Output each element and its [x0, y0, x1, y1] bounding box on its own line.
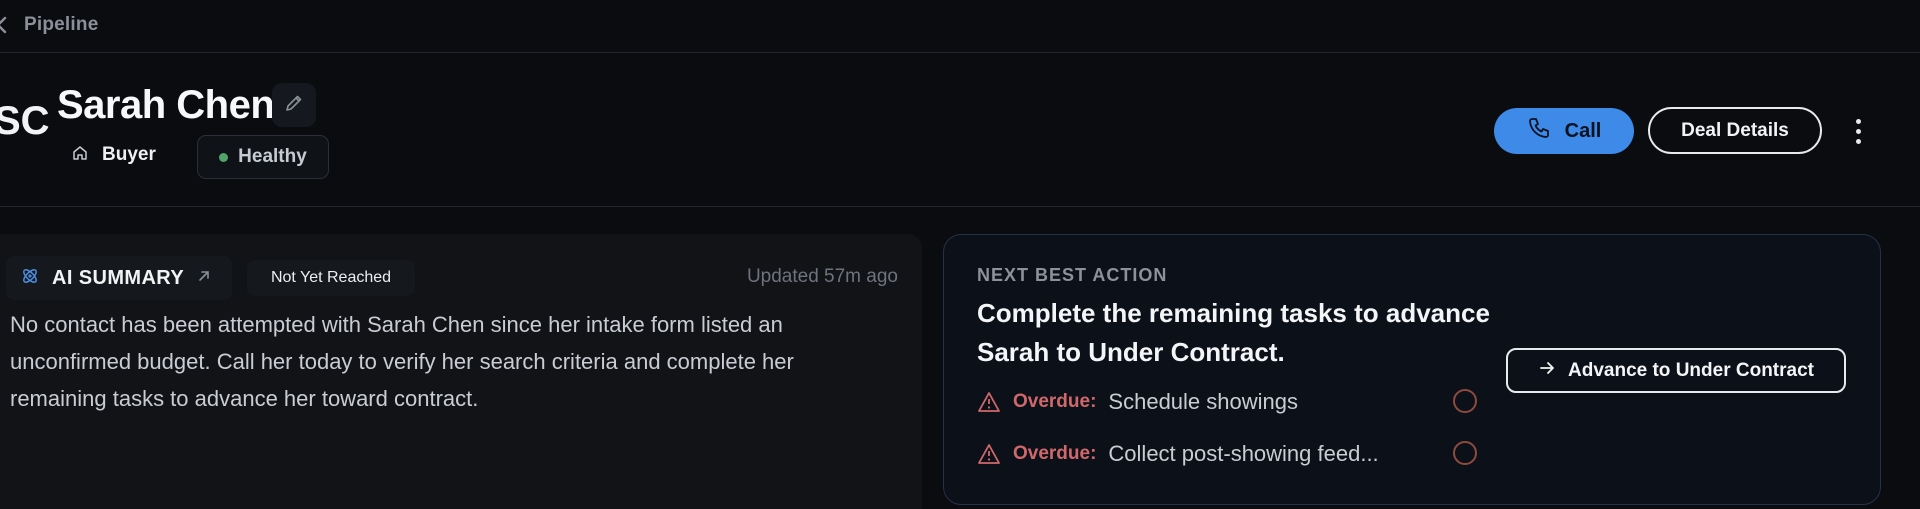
edit-name-button[interactable] [272, 83, 316, 127]
ai-summary-chip[interactable]: AI SUMMARY [6, 256, 232, 300]
deal-details-button[interactable]: Deal Details [1648, 107, 1822, 154]
task-name: Schedule showings [1108, 389, 1298, 414]
advance-label: Advance to Under Contract [1568, 359, 1814, 381]
task-status: Overdue: [1013, 391, 1097, 412]
call-button[interactable]: Call [1494, 108, 1634, 154]
pencil-icon [284, 93, 304, 118]
top-bar: Pipeline [0, 0, 1920, 53]
warning-icon [977, 443, 1001, 465]
next-best-action-title: Complete the remaining tasks to advance … [977, 298, 1490, 367]
next-best-action-label: NEXT BEST ACTION [977, 265, 1168, 285]
health-badge: Healthy [197, 135, 329, 179]
ai-sparkle-icon [20, 266, 40, 291]
task-name: Collect post-showing feed... [1108, 441, 1379, 466]
home-icon [72, 145, 88, 166]
ai-summary-card: AI SUMMARY Not Yet Reached Updated 57m a… [0, 234, 922, 509]
chevron-left-icon[interactable] [0, 14, 8, 36]
call-label: Call [1564, 119, 1602, 142]
contact-type-label: Buyer [102, 144, 156, 165]
status-badge: Not Yet Reached [247, 260, 415, 296]
contact-header: SC Sarah Chen Buyer Healthy Call Deal De… [0, 53, 1920, 207]
arrow-right-icon [1538, 359, 1556, 383]
page-title: Sarah Chen [57, 83, 275, 127]
updated-timestamp: Updated 57m ago [746, 266, 898, 287]
summary-text: No contact has been attempted with Sarah… [10, 312, 794, 411]
task-complete-checkbox[interactable] [1453, 441, 1477, 465]
status-dot-icon [219, 152, 229, 162]
task-row[interactable]: Overdue: Collect post-showing feed... [977, 439, 1487, 469]
task-status: Overdue: [1013, 443, 1097, 464]
arrow-up-right-icon [196, 268, 212, 289]
task-row[interactable]: Overdue: Schedule showings [977, 387, 1487, 417]
avatar: SC [0, 99, 50, 143]
task-complete-checkbox[interactable] [1453, 389, 1477, 413]
next-best-action-card: NEXT BEST ACTION Complete the remaining … [943, 234, 1881, 505]
advance-to-under-contract-button[interactable]: Advance to Under Contract [1506, 348, 1846, 393]
phone-icon [1527, 116, 1551, 146]
contact-type-tag: Buyer [62, 137, 166, 173]
health-label: Healthy [238, 146, 307, 167]
breadcrumb[interactable]: Pipeline [24, 14, 98, 36]
ai-summary-title: AI SUMMARY [52, 266, 185, 289]
more-options-icon[interactable] [1846, 113, 1870, 149]
warning-icon [977, 391, 1001, 413]
